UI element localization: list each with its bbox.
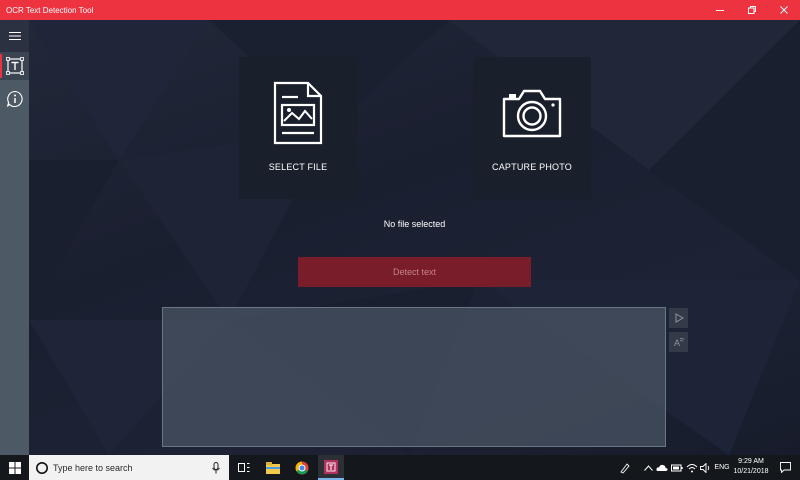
info-icon — [6, 90, 23, 108]
clock-time: 9:29 AM — [738, 458, 764, 465]
main-content: SELECT FILE CAPTURE PHOTO No file select… — [29, 20, 800, 455]
read-aloud-button[interactable] — [669, 308, 688, 328]
action-center-button[interactable] — [776, 455, 794, 480]
minimize-button[interactable] — [704, 0, 736, 20]
maximize-button[interactable] — [736, 0, 768, 20]
windows-icon — [8, 461, 21, 474]
status-text: No file selected — [383, 219, 446, 229]
app-icon — [324, 459, 338, 474]
chrome-icon — [295, 461, 309, 474]
task-view-button[interactable] — [233, 455, 255, 480]
onedrive-button[interactable] — [655, 455, 669, 480]
window-title: OCR Text Detection Tool — [6, 5, 94, 15]
volume-icon — [700, 462, 710, 473]
hamburger-icon — [8, 32, 21, 40]
image-file-icon — [273, 81, 323, 145]
menu-button[interactable] — [0, 20, 29, 52]
clock-date: 10/21/2018 — [733, 468, 769, 475]
cloud-icon — [656, 464, 668, 471]
maximize-icon — [748, 6, 756, 14]
cortana-icon — [36, 461, 48, 474]
speak-text-button[interactable]: A — [669, 332, 688, 352]
select-file-button[interactable]: SELECT FILE — [239, 57, 357, 199]
result-textbox[interactable] — [162, 307, 666, 447]
task-view-icon — [238, 463, 250, 472]
taskbar-search[interactable]: Type here to search — [29, 455, 229, 480]
notification-icon — [779, 462, 791, 473]
taskbar: Type here to search ENG 9:29 AM 10/21/20… — [0, 455, 800, 480]
file-explorer-button[interactable] — [262, 455, 284, 480]
file-explorer-icon — [266, 461, 280, 474]
chevron-up-icon — [643, 464, 653, 471]
speak-text-icon: A — [674, 337, 684, 348]
text-detection-icon — [5, 57, 24, 75]
show-hidden-icons-button[interactable] — [642, 455, 654, 480]
navigation-panel — [0, 52, 29, 455]
title-bar: OCR Text Detection Tool — [0, 0, 800, 20]
capture-photo-button[interactable]: CAPTURE PHOTO — [473, 57, 591, 199]
nav-item-text-detection[interactable] — [0, 52, 29, 80]
search-placeholder: Type here to search — [53, 462, 133, 473]
nav-item-info[interactable] — [0, 85, 29, 113]
play-icon — [675, 313, 684, 323]
minimize-icon — [716, 10, 724, 11]
svg-text:A: A — [674, 338, 680, 348]
microphone-icon[interactable] — [211, 461, 221, 474]
detect-text-button[interactable]: Detect text — [298, 257, 531, 287]
battery-icon — [671, 464, 683, 471]
capture-photo-label: CAPTURE PHOTO — [492, 162, 572, 172]
ocr-app-button[interactable] — [318, 455, 344, 480]
chrome-button[interactable] — [291, 455, 313, 480]
wifi-icon — [686, 463, 698, 472]
start-button[interactable] — [0, 455, 29, 480]
camera-icon — [502, 89, 562, 138]
battery-button[interactable] — [670, 455, 684, 480]
clock[interactable]: 9:29 AM 10/21/2018 — [728, 457, 774, 477]
pen-workspace-button[interactable] — [617, 455, 633, 480]
volume-button[interactable] — [699, 455, 713, 480]
pen-icon — [620, 462, 630, 474]
close-button[interactable] — [768, 0, 800, 20]
network-button[interactable] — [685, 455, 699, 480]
close-icon — [780, 6, 788, 14]
navigation-rail — [0, 20, 29, 455]
select-file-label: SELECT FILE — [268, 162, 328, 172]
